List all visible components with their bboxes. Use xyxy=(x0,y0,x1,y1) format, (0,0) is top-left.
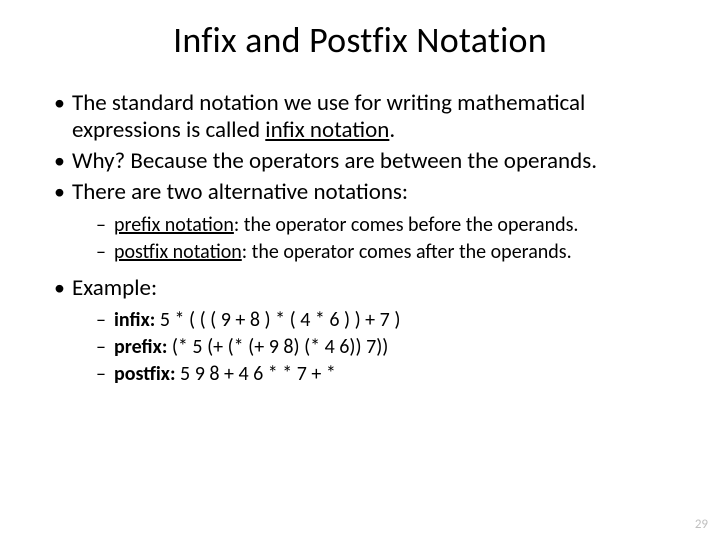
text-segment: There are two alternative notations: xyxy=(72,178,408,206)
page-number: 29 xyxy=(695,517,708,532)
example-postfix: postfix: 5 9 8 + 4 6 * * 7 + * xyxy=(96,362,684,387)
example-infix: infix: 5 * ( ( ( 9 + 8 ) * ( 4 * 6 ) ) +… xyxy=(96,308,684,333)
bullet-why: Why? Because the operators are between t… xyxy=(54,148,684,175)
bullet-list: The standard notation we use for writing… xyxy=(36,90,684,387)
term-prefix-notation: prefix notation xyxy=(114,213,234,237)
label-postfix: postfix: xyxy=(114,362,176,386)
example-prefix: prefix: (* 5 (+ (* (+ 9 8) (* 4 6)) 7)) xyxy=(96,335,684,360)
expr-infix: 5 * ( ( ( 9 + 8 ) * ( 4 * 6 ) ) + 7 ) xyxy=(155,308,400,332)
bullet-alternatives: There are two alternative notations: pre… xyxy=(54,179,684,264)
bullet-infix-definition: The standard notation we use for writing… xyxy=(54,90,684,144)
bullet-example: Example: infix: 5 * ( ( ( 9 + 8 ) * ( 4 … xyxy=(54,275,684,387)
text-segment: : the operator comes before the operands… xyxy=(234,213,579,237)
text-segment: . xyxy=(389,116,395,144)
text-segment: : the operator comes after the operands. xyxy=(242,240,572,264)
sub-prefix: prefix notation: the operator comes befo… xyxy=(96,213,684,238)
term-infix-notation: infix notation xyxy=(265,116,389,144)
term-postfix-notation: postfix notation xyxy=(114,240,242,264)
sub-list-notations: prefix notation: the operator comes befo… xyxy=(72,213,684,265)
expr-prefix: (* 5 (+ (* (+ 9 8) (* 4 6)) 7)) xyxy=(167,335,388,359)
slide: Infix and Postfix Notation The standard … xyxy=(0,0,720,540)
sub-list-examples: infix: 5 * ( ( ( 9 + 8 ) * ( 4 * 6 ) ) +… xyxy=(72,308,684,387)
text-segment: Example: xyxy=(72,274,157,302)
slide-title: Infix and Postfix Notation xyxy=(36,18,684,62)
label-prefix: prefix: xyxy=(114,335,167,359)
expr-postfix: 5 9 8 + 4 6 * * 7 + * xyxy=(176,362,336,386)
label-infix: infix: xyxy=(114,308,155,332)
sub-postfix: postfix notation: the operator comes aft… xyxy=(96,240,684,265)
